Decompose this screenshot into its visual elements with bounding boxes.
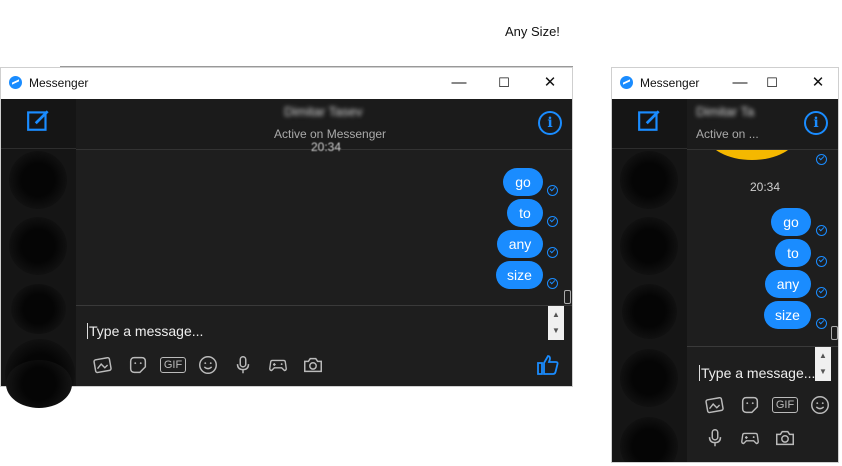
conversation-avatar[interactable]	[620, 217, 678, 275]
message-bubble[interactable]: to	[507, 199, 543, 227]
window-title: Messenger	[29, 76, 89, 90]
maximize-button[interactable]: ☐	[490, 72, 518, 94]
message-timestamp: 20:34	[311, 140, 342, 154]
conversation-avatar[interactable]	[620, 417, 678, 462]
messenger-logo-icon	[9, 76, 22, 89]
input-scrollbar[interactable]: ▲ ▼	[815, 347, 831, 381]
messenger-window-narrow: Messenger — ☐ ✕ Dimitar Ta Active on ...…	[611, 67, 839, 463]
composer-area: Type a message... ▲ ▼ GIF	[76, 305, 572, 386]
conversation-sidebar	[1, 99, 76, 386]
title-bar[interactable]: Messenger — ☐ ✕	[1, 68, 572, 99]
camera-icon[interactable]	[300, 352, 326, 378]
blurred-avatar-overflow	[6, 360, 72, 408]
thumbs-up-icon[interactable]	[536, 353, 560, 377]
conversation-avatar[interactable]	[11, 284, 66, 334]
message-input[interactable]: Type a message...	[87, 323, 203, 339]
close-button[interactable]: ✕	[804, 72, 832, 94]
photos-icon[interactable]	[702, 392, 728, 418]
camera-icon[interactable]	[772, 425, 798, 451]
message-timestamp: 20:34	[750, 180, 781, 194]
messenger-logo-icon	[620, 76, 633, 89]
message-bubble[interactable]: go	[503, 168, 543, 196]
contact-name[interactable]: Dimitar Tasev	[284, 104, 363, 119]
conversation-sidebar	[612, 99, 687, 462]
message-scrollbar[interactable]	[831, 326, 838, 340]
game-controller-icon[interactable]	[737, 425, 763, 451]
maximize-button[interactable]: ☐	[758, 72, 786, 94]
scroll-up-button[interactable]: ▲	[548, 307, 564, 323]
gif-label: GIF	[771, 397, 799, 413]
message-bubble[interactable]: any	[765, 270, 811, 298]
close-button[interactable]: ✕	[536, 72, 564, 94]
message-bubble[interactable]: size	[496, 261, 543, 289]
composer-toolbar-row1: GIF	[702, 392, 833, 418]
contact-status: Active on Messenger	[274, 127, 387, 141]
gif-icon[interactable]: GIF	[771, 392, 799, 418]
composer-area: Type a message... ▲ ▼ GIF	[687, 346, 838, 462]
photos-icon[interactable]	[90, 352, 116, 378]
chat-header: Dimitar Ta Active on ... i	[687, 99, 838, 150]
sent-check-icon	[547, 185, 558, 196]
minimize-button[interactable]: —	[726, 72, 754, 94]
minimize-button[interactable]: —	[445, 72, 473, 94]
conversation-avatar[interactable]	[9, 151, 67, 209]
emoji-icon[interactable]	[807, 392, 833, 418]
title-bar[interactable]: Messenger — ☐ ✕	[612, 68, 838, 99]
message-bubble[interactable]: to	[775, 239, 811, 267]
compose-icon[interactable]	[26, 107, 52, 133]
compose-icon[interactable]	[637, 107, 663, 133]
composer-toolbar: GIF	[90, 352, 326, 378]
sent-check-icon	[547, 216, 558, 227]
contact-name[interactable]: Dimitar Ta	[696, 104, 754, 119]
sent-check-icon	[547, 278, 558, 289]
scroll-down-button[interactable]: ▼	[548, 323, 564, 339]
info-icon[interactable]: i	[538, 111, 562, 135]
conversation-avatar[interactable]	[622, 284, 677, 339]
caption-text: Any Size!	[505, 24, 560, 39]
conversation-avatar[interactable]	[620, 151, 678, 209]
sent-check-icon	[816, 225, 827, 236]
emoji-icon[interactable]	[195, 352, 221, 378]
sent-check-icon	[816, 256, 827, 267]
composer-toolbar-row2	[702, 425, 798, 451]
sticker-icon[interactable]	[737, 392, 763, 418]
game-controller-icon[interactable]	[265, 352, 291, 378]
scroll-up-button[interactable]: ▲	[815, 348, 831, 364]
sent-check-icon	[816, 154, 827, 165]
sent-check-icon	[816, 287, 827, 298]
info-icon[interactable]: i	[804, 111, 828, 135]
gif-icon[interactable]: GIF	[159, 352, 187, 378]
microphone-icon[interactable]	[230, 352, 256, 378]
messenger-window-large: Messenger — ☐ ✕ Dimitar Tasev Active on …	[0, 67, 573, 387]
microphone-icon[interactable]	[702, 425, 728, 451]
conversation-avatar[interactable]	[9, 217, 67, 275]
sticker-icon[interactable]	[125, 352, 151, 378]
message-bubble[interactable]: size	[764, 301, 811, 329]
message-scrollbar[interactable]	[564, 290, 571, 304]
contact-status: Active on ...	[696, 127, 759, 141]
message-bubble[interactable]: go	[771, 208, 811, 236]
window-title: Messenger	[640, 76, 700, 90]
scroll-down-button[interactable]: ▼	[815, 364, 831, 380]
conversation-avatar[interactable]	[620, 349, 678, 407]
message-input[interactable]: Type a message...	[699, 365, 815, 381]
sent-check-icon	[547, 247, 558, 258]
input-scrollbar[interactable]: ▲ ▼	[548, 306, 564, 340]
gif-label: GIF	[159, 357, 187, 373]
sent-check-icon	[816, 318, 827, 329]
message-bubble[interactable]: any	[497, 230, 543, 258]
